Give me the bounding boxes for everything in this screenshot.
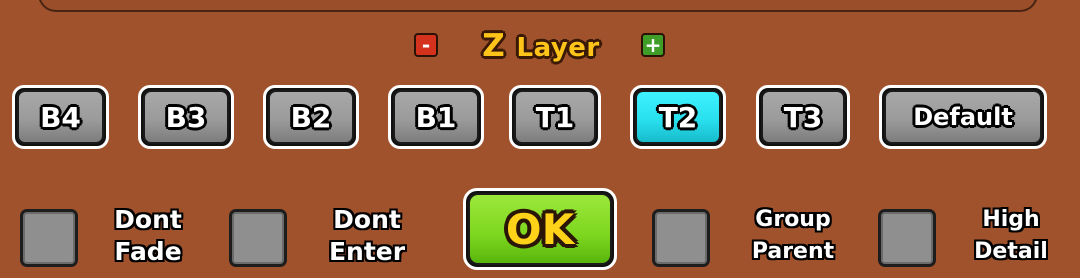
layer-b4-button[interactable]: B4: [12, 85, 109, 149]
group-parent-checkbox[interactable]: [652, 209, 710, 267]
layer-b1-label: B1: [415, 100, 457, 134]
ok-button[interactable]: OK: [463, 188, 617, 270]
dont-enter-checkbox[interactable]: [229, 209, 287, 267]
panel-top-edge: [38, 0, 1038, 12]
high-detail-label: High Detail: [974, 207, 1048, 264]
layer-default-label: Default: [913, 103, 1013, 131]
dont-fade-label: Dont Fade: [114, 205, 182, 266]
ok-label: OK: [505, 204, 575, 254]
layer-b2-button[interactable]: B2: [263, 85, 359, 149]
z-layer-title-z: Z: [482, 28, 506, 64]
layer-t1-label: T1: [535, 100, 575, 134]
layer-t3-label: T3: [783, 100, 823, 134]
layer-t3-button[interactable]: T3: [756, 85, 850, 149]
layer-b4-label: B4: [40, 100, 81, 134]
layer-t1-button[interactable]: T1: [509, 85, 601, 149]
z-layer-title-layer: Layer: [516, 33, 600, 63]
layer-b3-label: B3: [165, 100, 207, 134]
layer-t2-button[interactable]: T2: [630, 85, 726, 149]
layer-b3-button[interactable]: B3: [138, 85, 234, 149]
high-detail-checkbox[interactable]: [878, 209, 936, 267]
layer-b1-button[interactable]: B1: [388, 85, 484, 149]
z-layer-increase-button[interactable]: +: [641, 33, 665, 57]
dont-fade-checkbox[interactable]: [20, 209, 78, 267]
layer-default-button[interactable]: Default: [879, 85, 1047, 149]
z-layer-decrease-button[interactable]: -: [414, 33, 438, 57]
group-parent-label: Group Parent: [751, 207, 835, 264]
z-layer-header: - Z Layer +: [0, 24, 1080, 68]
z-layer-title: Z Layer: [446, 24, 636, 68]
layer-b2-label: B2: [290, 100, 332, 134]
dont-enter-label: Dont Enter: [328, 205, 406, 266]
layer-t2-label: T2: [658, 100, 698, 134]
